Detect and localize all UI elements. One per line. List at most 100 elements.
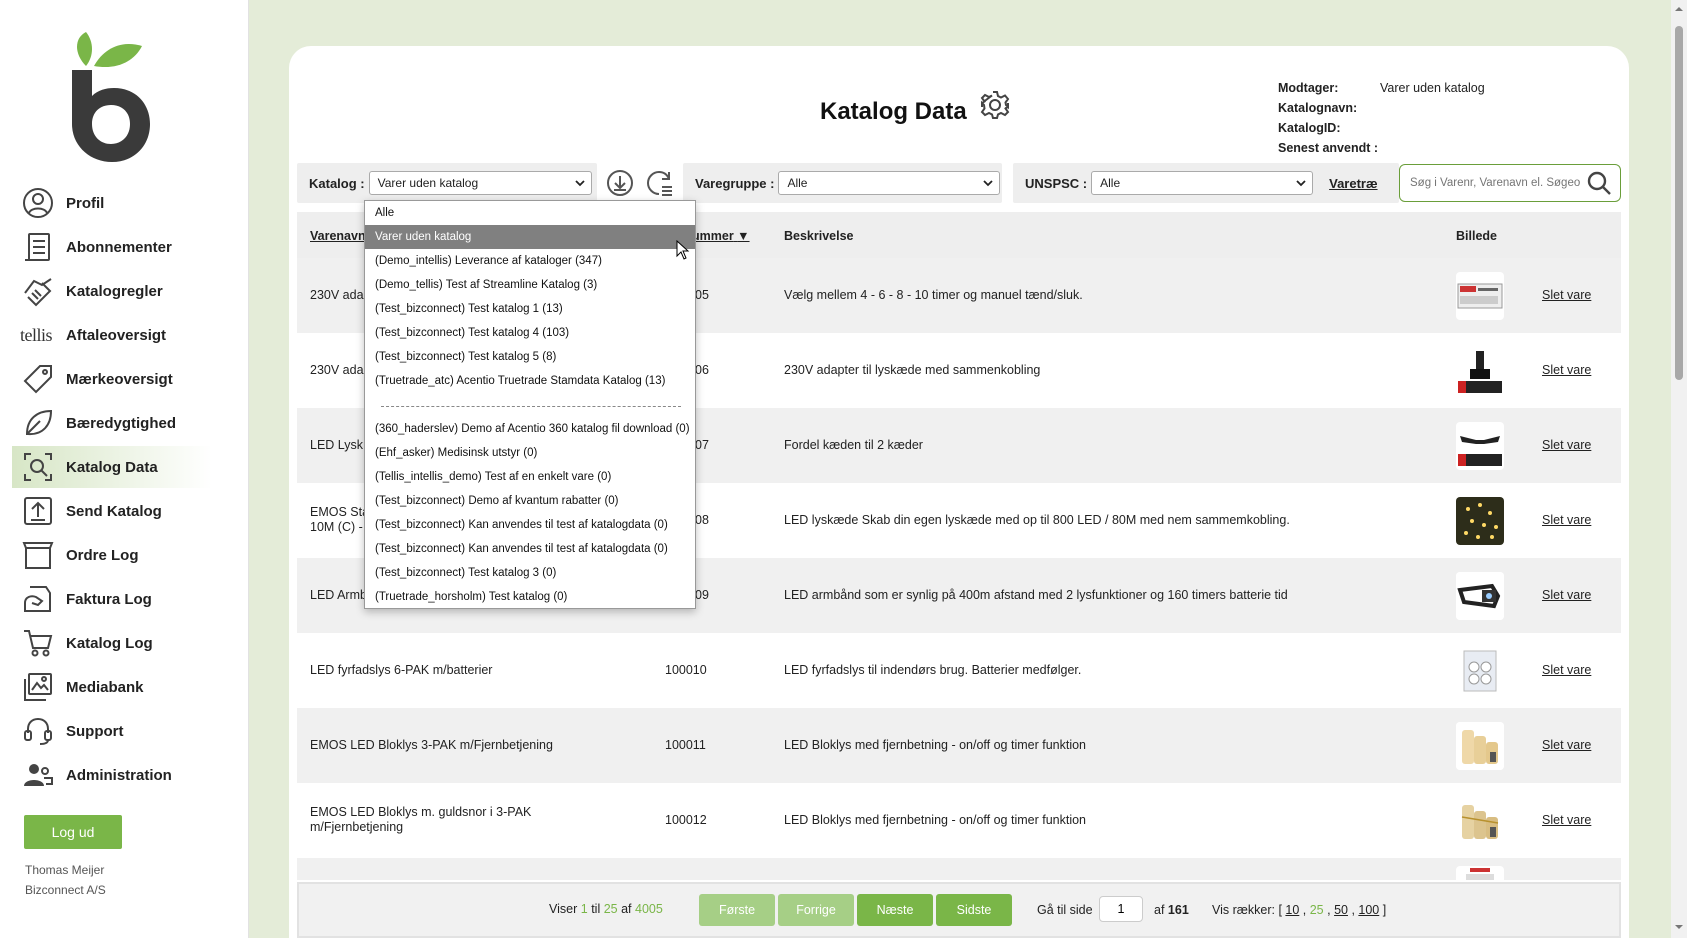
upload-icon [20, 493, 56, 529]
product-description: LED armbånd som er synlig på 400m afstan… [784, 588, 1288, 602]
product-thumbnail[interactable] [1456, 866, 1504, 880]
dropdown-option-selected[interactable]: Varer uden katalog [365, 225, 695, 249]
rows-option-50[interactable]: 50 [1334, 903, 1348, 917]
gear-icon[interactable] [980, 90, 1010, 120]
product-name-line1: EMOS Sta [310, 505, 370, 519]
sidebar-item-katalog-log[interactable]: Katalog Log [12, 622, 212, 664]
delete-product-link[interactable]: Slet vare [1542, 363, 1591, 377]
rows-option-25[interactable]: 25 [1310, 903, 1324, 917]
product-thumbnail[interactable] [1456, 647, 1504, 695]
katalog-filter: Katalog : Varer uden katalog [297, 163, 597, 203]
sidebar-item-mediabank[interactable]: Mediabank [12, 666, 212, 708]
delete-product-link[interactable]: Slet vare [1542, 513, 1591, 527]
sidebar-item-aftaleoversigt[interactable]: tellis Aftaleoversigt [12, 314, 212, 356]
product-thumbnail[interactable] [1456, 797, 1504, 845]
product-thumbnail[interactable] [1456, 272, 1504, 320]
table-row[interactable]: LED fyrfadslys 6-PAK m/batterier 100010 … [297, 633, 1621, 708]
delete-product-link[interactable]: Slet vare [1542, 438, 1591, 452]
product-name: EMOS LED Bloklys 3-PAK m/Fjernbetjening [310, 738, 553, 752]
table-row[interactable]: EMOS LED Bloklys 3-PAK m/Fjernbetjening … [297, 708, 1621, 783]
handshake-icon [20, 273, 56, 309]
goto-page-input[interactable] [1099, 896, 1143, 922]
varegruppe-label: Varegruppe : [695, 175, 775, 191]
rows-option-100[interactable]: 100 [1358, 903, 1379, 917]
first-page-button[interactable]: Første [699, 894, 775, 926]
cart-icon [20, 625, 56, 661]
dropdown-option[interactable]: (Test_bizconnect) Kan anvendes til test … [365, 513, 695, 537]
count-to: 25 [603, 902, 618, 916]
sidebar-item-katalogregler[interactable]: Katalogregler [12, 270, 212, 312]
chevron-down-icon [1296, 180, 1306, 187]
katalog-label: Katalog : [309, 175, 365, 191]
product-thumbnail[interactable] [1456, 722, 1504, 770]
rows-per-page: Vis rækker: [ 10 , 25 , 50 , 100 ] [1212, 903, 1387, 917]
varegruppe-select[interactable]: Alle [778, 171, 1001, 195]
search-icon[interactable] [1586, 170, 1612, 196]
product-description: LED Bloklys med fjernbetning - on/off og… [784, 738, 1087, 752]
sidebar-item-label: Send Katalog [66, 502, 162, 520]
delete-product-link[interactable]: Slet vare [1542, 813, 1591, 827]
catalog-info: Modtager: Varer uden katalog Katalognavn:… [1278, 78, 1485, 158]
previous-page-button[interactable]: Forrige [778, 894, 854, 926]
delete-product-link[interactable]: Slet vare [1542, 588, 1591, 602]
product-thumbnail[interactable] [1456, 497, 1504, 545]
product-thumbnail[interactable] [1456, 572, 1504, 620]
sidebar-item-abonnementer[interactable]: Abonnementer [12, 226, 212, 268]
dropdown-option[interactable]: (Tellis_intellis_demo) Test af en enkelt… [365, 465, 695, 489]
bizconnect-logo[interactable] [64, 26, 164, 162]
product-thumbnail[interactable] [1456, 347, 1504, 395]
dropdown-option[interactable]: (Test_bizconnect) Demo af kvantum rabatt… [365, 489, 695, 513]
rows-option-10[interactable]: 10 [1285, 903, 1299, 917]
dropdown-option[interactable]: (Test_bizconnect) Test katalog 4 (103) [365, 321, 695, 345]
scroll-down-icon[interactable] [1674, 922, 1684, 932]
page-scrollbar[interactable] [1671, 0, 1687, 938]
table-row[interactable] [297, 858, 1621, 880]
sidebar-item-faktura-log[interactable]: Faktura Log [12, 578, 212, 620]
dropdown-option[interactable]: (Test_bizconnect) Test katalog 5 (8) [365, 345, 695, 369]
dropdown-option[interactable]: (Demo_tellis) Test af Streamline Katalog… [365, 273, 695, 297]
dropdown-option[interactable]: (Test_bizconnect) Test katalog 3 (0) [365, 561, 695, 585]
dropdown-option[interactable]: (Truetrade_horsholm) Test katalog (0) [365, 585, 695, 609]
varetrae-link[interactable]: Varetræ [1329, 176, 1377, 191]
sidebar-item-baeredygtighed[interactable]: Bæredygtighed [12, 402, 212, 444]
sidebar-item-katalog-data[interactable]: Katalog Data [12, 446, 212, 488]
product-number: 05 [695, 288, 709, 302]
rows-label-close: ] [1382, 903, 1387, 917]
dropdown-option[interactable]: (Test_bizconnect) Test katalog 1 (13) [365, 297, 695, 321]
sidebar-item-label: Abonnementer [66, 238, 172, 256]
scroll-up-icon[interactable] [1674, 4, 1684, 14]
sidebar-item-send-katalog[interactable]: Send Katalog [12, 490, 212, 532]
unspsc-select[interactable]: Alle [1091, 171, 1314, 195]
next-page-button[interactable]: Næste [857, 894, 933, 926]
dropdown-option[interactable]: (Truetrade_atc) Acentio Truetrade Stamda… [365, 369, 695, 393]
dropdown-option[interactable]: (360_haderslev) Demo af Acentio 360 kata… [365, 417, 695, 441]
table-row[interactable]: EMOS LED Bloklys m. guldsnor i 3-PAK m/Fj… [297, 783, 1621, 858]
dropdown-option[interactable]: (Demo_intellis) Leverance af kataloger (… [365, 249, 695, 273]
search-input[interactable] [1410, 177, 1580, 189]
delete-product-link[interactable]: Slet vare [1542, 288, 1591, 302]
dropdown-option[interactable]: Alle [365, 201, 695, 225]
delete-product-link[interactable]: Slet vare [1542, 738, 1591, 752]
scrollbar-thumb[interactable] [1675, 26, 1683, 380]
product-thumbnail[interactable] [1456, 422, 1504, 470]
logout-button[interactable]: Log ud [24, 815, 122, 849]
refresh-settings-icon[interactable] [645, 169, 673, 197]
delete-product-link[interactable]: Slet vare [1542, 663, 1591, 677]
dropdown-option[interactable]: (Ehf_asker) Medisinsk utstyr (0) [365, 441, 695, 465]
count-from: 1 [580, 902, 588, 916]
download-icon[interactable] [606, 169, 634, 197]
sidebar-item-support[interactable]: Support [12, 710, 212, 752]
column-header-beskrivelse: Beskrivelse [784, 229, 854, 243]
column-header-varenavn[interactable]: Varenavn [310, 229, 366, 243]
sidebar-item-maerkeoversigt[interactable]: Mærkeoversigt [12, 358, 212, 400]
sidebar-item-ordre-log[interactable]: Ordre Log [12, 534, 212, 576]
last-page-button[interactable]: Sidste [936, 894, 1012, 926]
count-total: 4005 [635, 902, 663, 916]
katalog-select[interactable]: Varer uden katalog [368, 171, 592, 195]
sidebar-item-label: Administration [66, 766, 172, 784]
sidebar-item-administration[interactable]: Administration [12, 754, 212, 796]
dropdown-option[interactable]: (Test_bizconnect) Kan anvendes til test … [365, 537, 695, 561]
product-number: 100010 [665, 663, 707, 677]
sidebar-item-profil[interactable]: Profil [12, 182, 212, 224]
column-header-varenummer[interactable]: ummer ▼ [692, 229, 750, 243]
